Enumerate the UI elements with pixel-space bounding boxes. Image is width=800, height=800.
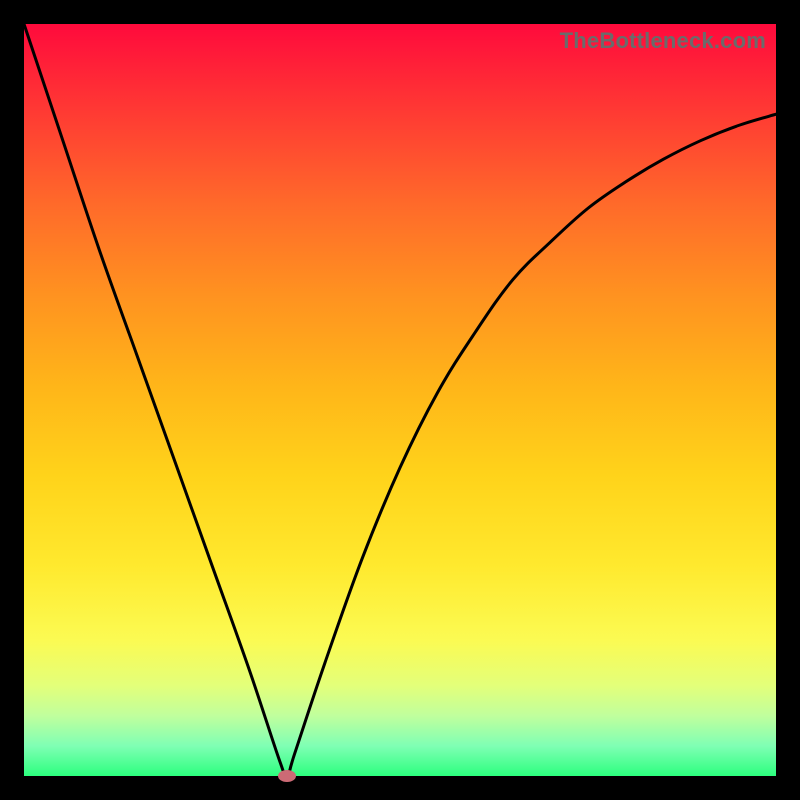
bottleneck-curve bbox=[24, 24, 776, 777]
minimum-marker bbox=[278, 770, 296, 782]
curve-svg bbox=[24, 24, 776, 776]
chart-frame: TheBottleneck.com bbox=[0, 0, 800, 800]
plot-area: TheBottleneck.com bbox=[24, 24, 776, 776]
